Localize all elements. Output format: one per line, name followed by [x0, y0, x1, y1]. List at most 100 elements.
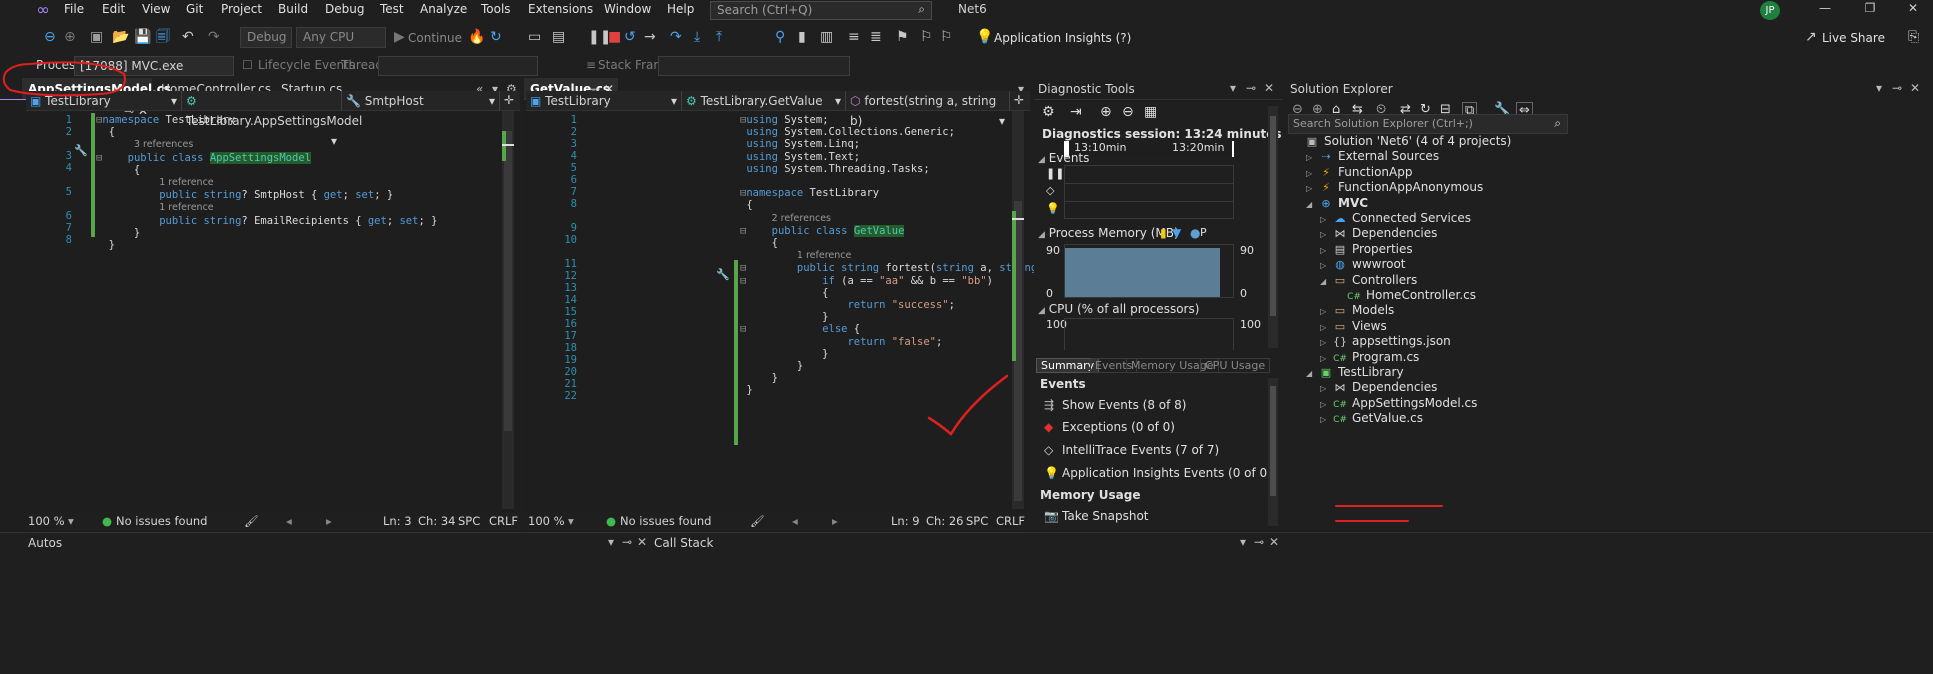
line-ending-status[interactable]: CRLF	[489, 514, 518, 528]
menu-tools[interactable]: Tools	[481, 2, 511, 16]
solution-search-input[interactable]: Search Solution Explorer (Ctrl+;) ⌕	[1288, 114, 1568, 134]
cpu-graph[interactable]	[1064, 318, 1234, 350]
column-status[interactable]: Ch: 34	[418, 514, 455, 528]
callstack-close-icon[interactable]: ✕	[1269, 535, 1279, 549]
expander-icon[interactable]: ◢	[1320, 272, 1332, 291]
export-icon[interactable]: ⇥	[1070, 104, 1082, 120]
prev-issue-icon[interactable]: ◂	[286, 514, 292, 528]
events-section-header[interactable]: ◢ Events	[1038, 151, 1089, 165]
search-input[interactable]: Search (Ctrl+Q) ⌕	[710, 1, 932, 20]
cpu-header[interactable]: ◢ CPU (% of all processors)	[1038, 302, 1199, 316]
zoom-in-icon[interactable]: ⊕	[1100, 104, 1112, 120]
menu-analyze[interactable]: Analyze	[420, 2, 467, 16]
play-icon[interactable]: ▶	[394, 29, 405, 45]
project-select[interactable]: ▣ TestLibrary ▾	[526, 91, 682, 111]
type-select[interactable]: ⚙ TestLibrary.GetValue ▾	[682, 91, 846, 111]
pin-icon[interactable]: ⊸	[1246, 81, 1256, 95]
close-icon[interactable]: ✕	[1264, 81, 1274, 95]
zoom-dropdown-icon[interactable]: ▾	[568, 514, 574, 528]
bookmark-prev-icon[interactable]: ⚐	[920, 29, 933, 45]
prev-issue-icon[interactable]: ◂	[792, 514, 798, 528]
live-share-icon[interactable]: ↗	[1805, 29, 1817, 45]
undo-icon[interactable]: ↶	[182, 29, 194, 45]
screwdriver-icon[interactable]: 🔧	[716, 268, 730, 281]
menu-debug[interactable]: Debug	[325, 2, 364, 16]
stack-frame-select[interactable]	[658, 56, 850, 76]
tree-item[interactable]: ▷ C# GetValue.cs	[1320, 409, 1423, 428]
diag-top-scrollbar[interactable]	[1268, 106, 1278, 348]
dropdown-icon[interactable]: ▾	[1876, 81, 1882, 95]
expander-icon[interactable]: ◢	[1306, 364, 1318, 383]
whitespace-status[interactable]: SPC	[458, 514, 480, 528]
minimize-icon[interactable]: —	[1810, 1, 1840, 15]
avatar[interactable]: JP	[1760, 1, 1780, 20]
menu-project[interactable]: Project	[221, 2, 262, 16]
split-icon[interactable]: ✛	[504, 93, 514, 107]
column-status[interactable]: Ch: 26	[926, 514, 963, 528]
menu-build[interactable]: Build	[278, 2, 308, 16]
zoom-out-icon[interactable]: ⊖	[1122, 104, 1134, 120]
save-all-icon[interactable]: 🗐	[156, 29, 170, 45]
tab-cpu-usage[interactable]: CPU Usage	[1200, 358, 1271, 373]
comment-icon[interactable]: ≡	[848, 29, 860, 45]
zoom-dropdown-icon[interactable]: ▾	[68, 514, 74, 528]
editor2-vscrollbar[interactable]	[1012, 111, 1024, 509]
hot-reload-icon[interactable]: 🔥	[468, 29, 485, 45]
menu-window[interactable]: Window	[604, 2, 651, 16]
restart-icon[interactable]: ↻	[490, 29, 502, 45]
autos-title[interactable]: Autos	[28, 536, 62, 550]
exceptions-link[interactable]: Exceptions (0 of 0)	[1062, 420, 1175, 434]
redo-icon[interactable]: ↷	[208, 29, 220, 45]
stop-icon[interactable]: ■	[608, 29, 621, 45]
pin-icon[interactable]: ⊸	[1892, 81, 1902, 95]
bookmark-icon[interactable]: ▮	[798, 29, 806, 45]
callstack-pin-icon[interactable]: ⊸	[1254, 535, 1264, 549]
line-status[interactable]: Ln: 9	[891, 514, 920, 528]
member-select[interactable]: 🔧 SmtpHost ▾	[342, 91, 500, 111]
autos-dropdown-icon[interactable]: ▾	[608, 535, 614, 549]
columns-icon[interactable]: ▥	[820, 29, 833, 45]
menu-edit[interactable]: Edit	[102, 2, 125, 16]
expander-icon[interactable]: ▷	[1320, 410, 1332, 429]
restart-debug-icon[interactable]: ↺	[624, 29, 636, 45]
config-select[interactable]: Debug	[240, 27, 292, 48]
line-status[interactable]: Ln: 3	[383, 514, 412, 528]
app-insights-icon[interactable]: 💡	[976, 29, 993, 45]
menu-test[interactable]: Test	[380, 2, 404, 16]
line-ending-status[interactable]: CRLF	[996, 514, 1025, 528]
forward-icon[interactable]: ⊕	[64, 29, 76, 45]
show-events-link[interactable]: Show Events (8 of 8)	[1062, 398, 1186, 412]
next-issue-icon[interactable]: ▸	[832, 514, 838, 528]
thread-select[interactable]	[378, 56, 538, 76]
callstack-dropdown-icon[interactable]: ▾	[1240, 535, 1246, 549]
next-issue-icon[interactable]: ▸	[326, 514, 332, 528]
type-select[interactable]: ⚙ TestLibrary.AppSettingsModel ▾	[182, 91, 362, 148]
zoom-select[interactable]: 100 %	[528, 514, 565, 528]
autos-pin-icon[interactable]: ⊸	[622, 535, 632, 549]
diag-bottom-scrollbar[interactable]	[1268, 378, 1278, 526]
editor1-code[interactable]: ⊟namespace TestLibrary { 3 references ⊟ …	[96, 114, 437, 251]
expander-icon[interactable]: ◢	[1306, 195, 1318, 214]
new-item-icon[interactable]: ▣	[90, 29, 103, 45]
dropdown-icon[interactable]: ▾	[1230, 81, 1236, 95]
autos-close-icon[interactable]: ✕	[637, 535, 647, 549]
menu-help[interactable]: Help	[667, 2, 694, 16]
bookmark-toggle-icon[interactable]: ⚑	[896, 29, 909, 45]
memory-graph[interactable]	[1064, 244, 1234, 298]
take-snapshot-button[interactable]: Take Snapshot	[1062, 509, 1149, 523]
menu-extensions[interactable]: Extensions	[528, 2, 593, 16]
app-insights-button[interactable]: Application Insights (?)	[994, 30, 1131, 46]
whitespace-status[interactable]: SPC	[966, 514, 988, 528]
continue-button[interactable]: Continue	[408, 30, 462, 46]
member-select[interactable]: ⬡ fortest(string a, string b) ▾	[846, 91, 1010, 128]
screwdriver-icon[interactable]: 🔧	[74, 144, 88, 157]
close-icon[interactable]: ✕	[1898, 1, 1928, 15]
back-icon[interactable]: ⊖	[44, 29, 56, 45]
intellitrace-link[interactable]: IntelliTrace Events (7 of 7)	[1062, 443, 1219, 457]
save-icon[interactable]: 💾	[134, 29, 151, 45]
menu-git[interactable]: Git	[186, 2, 203, 16]
bookmark-next-icon[interactable]: ⚐	[940, 29, 953, 45]
close-icon[interactable]: ✕	[1910, 81, 1920, 95]
live-share-button[interactable]: Live Share	[1822, 30, 1885, 46]
platform-select[interactable]: Any CPU	[296, 27, 386, 48]
